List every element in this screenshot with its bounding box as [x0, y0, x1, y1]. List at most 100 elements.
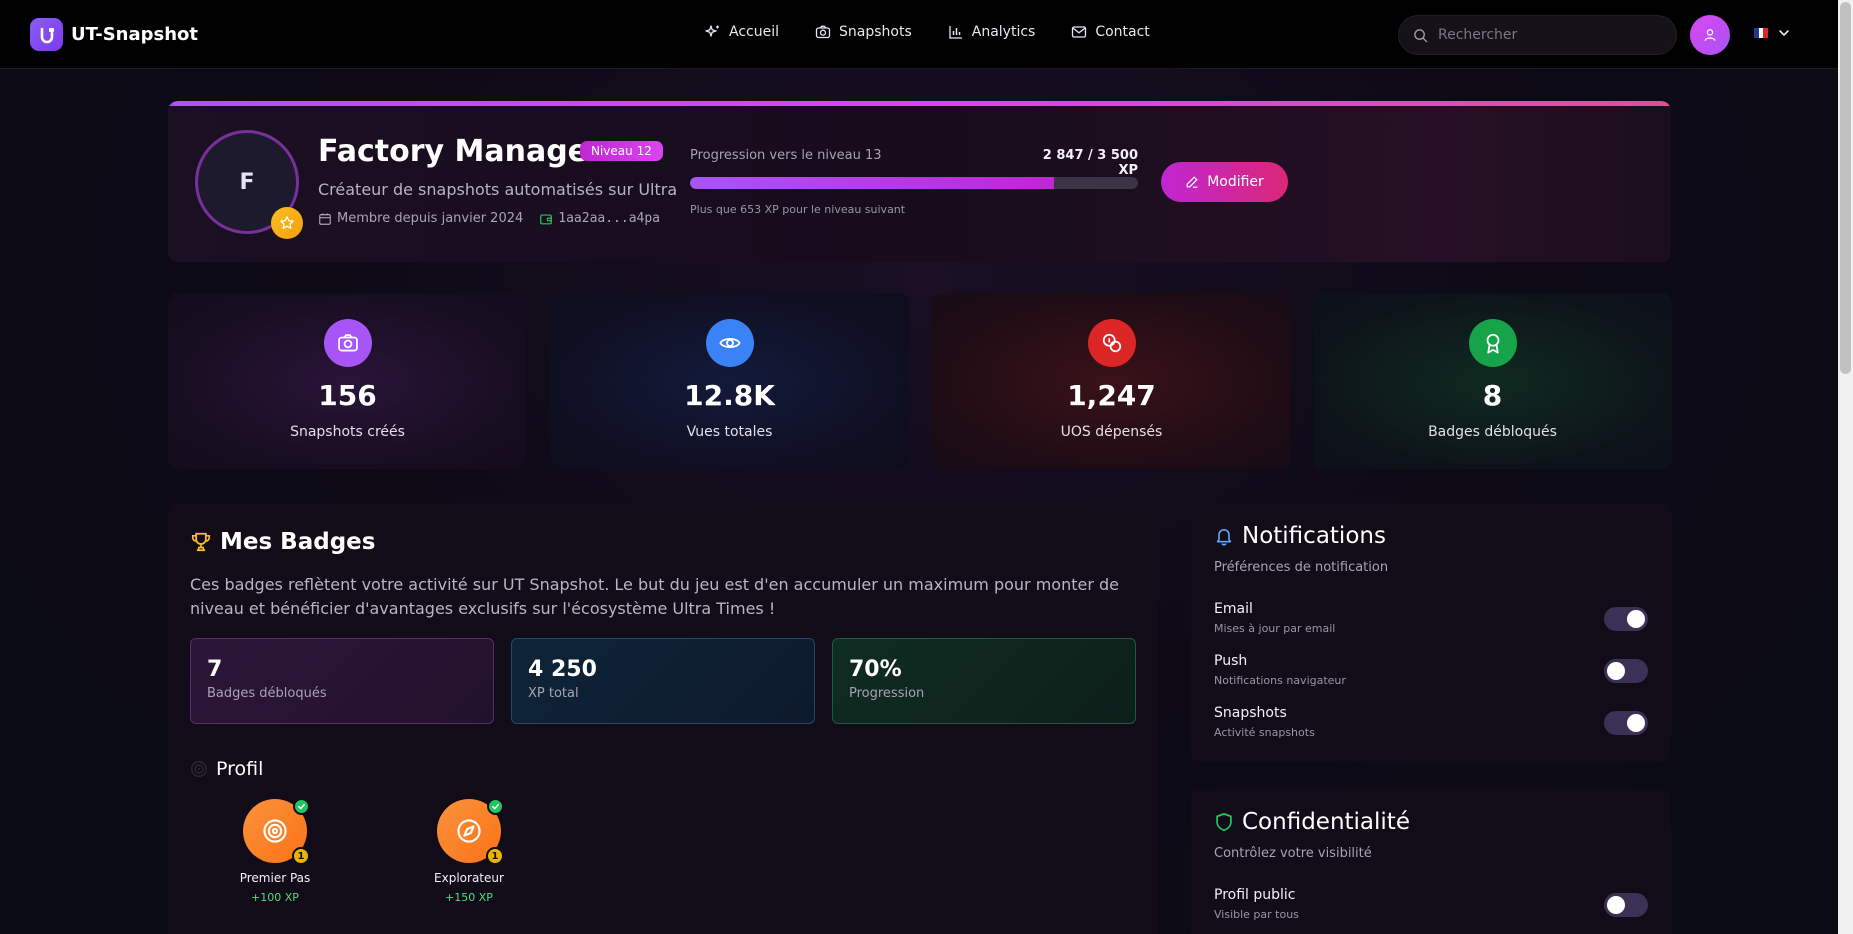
badge-xp: +150 XP [445, 891, 493, 904]
profile-card: F Factory Manager Niveau 12 Créateur de … [168, 101, 1671, 262]
brand-name: UT-Snapshot [71, 24, 199, 45]
toggle-knob [1607, 662, 1625, 680]
privacy-subtitle: Contrôlez votre visibilité [1214, 846, 1372, 861]
badges-panel: Mes Badges Ces badges reflètent votre ac… [168, 503, 1158, 934]
camera-icon [323, 319, 372, 367]
scrollbar-thumb[interactable] [1840, 2, 1851, 374]
compass-icon [457, 819, 481, 843]
public-profile-toggle[interactable] [1604, 893, 1648, 917]
stat-value: 12.8K [684, 379, 775, 412]
toggle-title: Profil public [1214, 887, 1296, 903]
privacy-row-public-profile: Profil public Visible par tous [1214, 887, 1648, 927]
badge-circle: 1 [243, 798, 310, 865]
xp-progress-bar [690, 177, 1138, 189]
badge-circle: 1 [437, 798, 504, 865]
summary-value: 7 [207, 657, 223, 682]
page-scrollbar[interactable] [1838, 0, 1853, 934]
sparkles-icon [705, 25, 719, 37]
toggle-desc: Visible par tous [1214, 908, 1299, 921]
badge-count: 1 [292, 847, 310, 865]
summary-label: Badges débloqués [207, 686, 327, 701]
notifications-panel: Notifications Préférences de notificatio… [1191, 503, 1671, 762]
stat-card-views: 12.8K Vues totales [550, 293, 909, 469]
stat-label: UOS dépensés [1060, 424, 1163, 440]
badge-xp: +100 XP [251, 891, 299, 904]
stat-label: Snapshots créés [290, 424, 405, 440]
notifications-title-text: Notifications [1242, 523, 1386, 549]
badge-count: 1 [486, 847, 504, 865]
summary-badges-unlocked: 7 Badges débloqués [190, 638, 494, 724]
shield-icon [1216, 813, 1232, 832]
nav-link-snapshots[interactable]: Snapshots [815, 24, 912, 40]
notification-row-email: Email Mises à jour par email [1214, 601, 1648, 641]
profile-meta: Membre depuis janvier 2024 1aa2aa...a4pa [318, 211, 660, 226]
privacy-panel: Confidentialité Contrôlez votre visibili… [1191, 789, 1671, 934]
chevron-down-icon [1779, 30, 1789, 37]
badges-description: Ces badges reflètent votre activité sur … [190, 575, 1120, 618]
summary-label: Progression [849, 686, 925, 701]
xp-progress-label: Progression vers le niveau 13 [690, 148, 882, 163]
badge-section-profil: Profil [190, 758, 263, 780]
stat-value: 156 [318, 379, 377, 412]
toggle-desc: Notifications navigateur [1214, 674, 1346, 687]
nav-link-label: Snapshots [839, 24, 912, 40]
member-since-text: Membre depuis janvier 2024 [337, 211, 524, 226]
stat-value: 1,247 [1067, 379, 1156, 412]
xp-hint: Plus que 653 XP pour le niveau suivant [690, 203, 906, 216]
stat-card-badges: 8 Badges débloqués [1313, 293, 1672, 469]
brand[interactable]: UT-Snapshot [30, 18, 198, 51]
check-icon [293, 798, 310, 815]
award-icon [1468, 319, 1517, 367]
toggle-knob [1627, 714, 1645, 732]
notification-row-snapshots: Snapshots Activité snapshots [1214, 705, 1648, 745]
toggle-knob [1607, 896, 1625, 914]
stat-value: 8 [1482, 379, 1503, 412]
stat-card-snapshots: 156 Snapshots créés [168, 293, 527, 469]
mail-icon [1072, 26, 1087, 38]
summary-value: 70% [849, 657, 902, 682]
top-navbar: UT-Snapshot Accueil Snapshots Analytics … [0, 0, 1838, 69]
profile-card-accent [168, 101, 1671, 106]
fr-flag-icon [1754, 28, 1769, 38]
pencil-icon [1186, 176, 1198, 188]
push-toggle[interactable] [1604, 659, 1648, 683]
search-icon [1414, 28, 1428, 42]
badge-premier-pas[interactable]: 1 Premier Pas +100 XP [225, 798, 325, 904]
language-selector[interactable] [1754, 27, 1790, 39]
email-toggle[interactable] [1604, 607, 1648, 631]
badge-explorateur[interactable]: 1 Explorateur +150 XP [419, 798, 519, 904]
search-input[interactable] [1438, 27, 1638, 43]
main-nav: Accueil Snapshots Analytics Contact [705, 24, 1150, 40]
profile-subtitle: Créateur de snapshots automatisés sur Ul… [318, 180, 678, 199]
toggle-knob [1627, 610, 1645, 628]
wallet-address[interactable]: 1aa2aa...a4pa [539, 211, 660, 226]
level-badge: Niveau 12 [580, 141, 663, 161]
summary-xp-total: 4 250 XP total [511, 638, 815, 724]
nav-link-accueil[interactable]: Accueil [705, 24, 779, 40]
bell-icon [1216, 529, 1232, 546]
privacy-title: Confidentialité [1214, 809, 1410, 835]
user-menu-button[interactable] [1690, 15, 1730, 55]
search-box [1398, 15, 1677, 55]
bar-chart-icon [949, 26, 962, 39]
nav-link-label: Accueil [729, 24, 779, 40]
summary-value: 4 250 [528, 657, 597, 682]
badge-name: Explorateur [434, 871, 504, 885]
summary-label: XP total [528, 686, 579, 701]
nav-link-analytics[interactable]: Analytics [948, 24, 1036, 40]
member-since: Membre depuis janvier 2024 [318, 211, 523, 226]
privacy-title-text: Confidentialité [1242, 809, 1410, 835]
calendar-icon [319, 212, 331, 225]
target-icon [190, 760, 208, 778]
notifications-subtitle: Préférences de notification [1214, 560, 1389, 575]
xp-progress-fill [690, 177, 1055, 189]
nav-link-contact[interactable]: Contact [1071, 24, 1150, 40]
wallet-icon [540, 213, 553, 224]
snapshots-toggle[interactable] [1604, 711, 1648, 735]
star-icon [271, 207, 303, 239]
stat-label: Vues totales [686, 424, 773, 440]
edit-profile-button[interactable]: Modifier [1161, 162, 1288, 202]
notification-row-push: Push Notifications navigateur [1214, 653, 1648, 693]
stat-label: Badges débloqués [1428, 424, 1557, 440]
nav-link-label: Analytics [971, 24, 1036, 40]
